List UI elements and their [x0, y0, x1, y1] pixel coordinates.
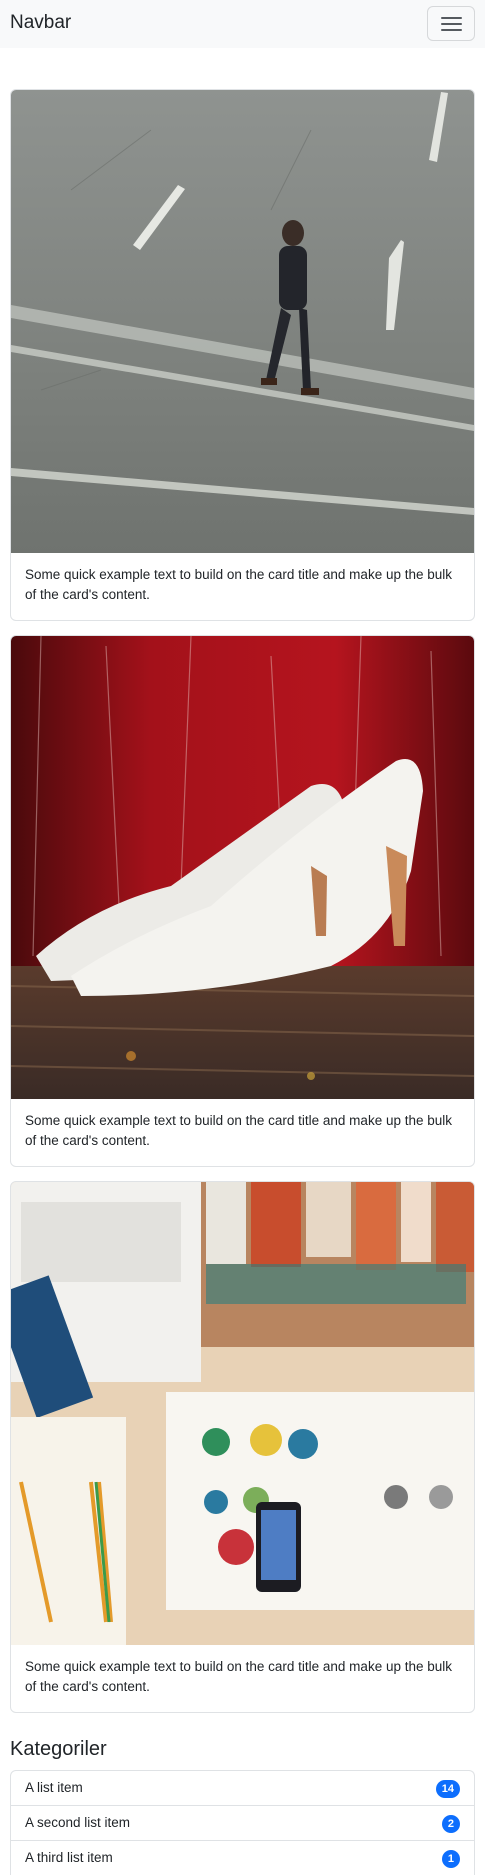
- card-text: Some quick example text to build on the …: [25, 567, 452, 602]
- card-2: Some quick example text to build on the …: [10, 635, 475, 1167]
- card-text: Some quick example text to build on the …: [25, 1113, 452, 1148]
- list-item[interactable]: A second list item 2: [11, 1806, 474, 1841]
- card-text: Some quick example text to build on the …: [25, 1659, 452, 1694]
- card-image-desk: [11, 1182, 474, 1645]
- count-badge: 14: [435, 1780, 460, 1798]
- list-item-label: A second list item: [25, 1815, 131, 1830]
- list-item-label: A list item: [25, 1780, 83, 1795]
- list-item[interactable]: A third list item 1: [11, 1841, 474, 1875]
- card-3: Some quick example text to build on the …: [10, 1181, 475, 1713]
- navbar-brand[interactable]: Navbar: [10, 12, 71, 34]
- count-badge: 2: [441, 1815, 460, 1833]
- count-badge: 1: [441, 1850, 460, 1868]
- category-list: A list item 14 A second list item 2 A th…: [10, 1770, 475, 1875]
- list-item[interactable]: A list item 14: [11, 1771, 474, 1806]
- card-image-white-heels: [11, 636, 474, 1099]
- categories-title: Kategoriler: [10, 1738, 107, 1760]
- navbar: Navbar: [0, 0, 485, 48]
- card-1: Some quick example text to build on the …: [10, 89, 475, 621]
- list-item-label: A third list item: [25, 1850, 113, 1865]
- navbar-toggler-button[interactable]: [427, 6, 475, 41]
- card-image-man-walking: [11, 90, 474, 553]
